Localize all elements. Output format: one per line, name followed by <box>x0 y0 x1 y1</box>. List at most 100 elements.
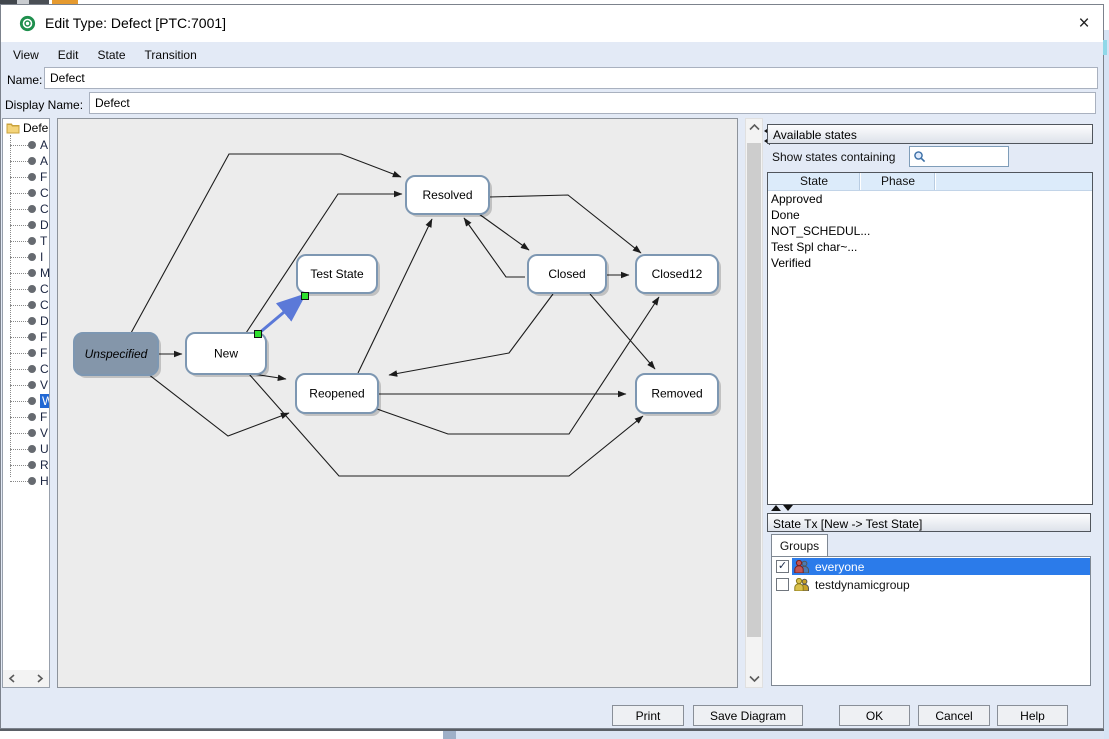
tab-groups[interactable]: Groups <box>771 534 828 556</box>
selected-transition-new-to-test-state[interactable] <box>258 297 302 334</box>
tree-item-label: C <box>40 202 49 216</box>
column-header-state[interactable]: State <box>768 173 861 190</box>
transition-resolved-to-closed12[interactable] <box>489 195 641 253</box>
checkbox-unchecked[interactable] <box>776 578 789 591</box>
state-row[interactable]: NOT_SCHEDUL... <box>768 223 1092 239</box>
state-bullet-icon <box>28 221 36 229</box>
ok-button[interactable]: OK <box>839 705 910 726</box>
group-row[interactable]: testdynamicgroup <box>772 576 1090 593</box>
transition-handle[interactable] <box>255 331 262 338</box>
scroll-left-icon[interactable] <box>8 674 17 683</box>
state-bullet-icon <box>28 317 36 325</box>
state-node-test-state[interactable]: Test State <box>297 255 380 296</box>
state-bullet-icon <box>28 461 36 469</box>
menu-item-state[interactable]: State <box>91 45 136 65</box>
group-icon-red-blue <box>794 560 810 573</box>
tree-root-item[interactable]: Defe <box>6 121 48 135</box>
transition-handle[interactable] <box>302 293 309 300</box>
state-node-new[interactable]: New <box>186 333 269 377</box>
state-bullet-icon <box>28 205 36 213</box>
state-row[interactable]: Test Spl char~... <box>768 239 1092 255</box>
save-diagram-button[interactable]: Save Diagram <box>693 705 803 726</box>
states-search-box[interactable] <box>909 146 1009 167</box>
transition-closed-to-reopened[interactable] <box>389 294 553 375</box>
scrollbar-thumb[interactable] <box>747 143 761 637</box>
print-button[interactable]: Print <box>612 705 684 726</box>
state-bullet-icon <box>28 237 36 245</box>
state-row[interactable]: Verified <box>768 255 1092 271</box>
scroll-down-icon[interactable] <box>746 670 762 687</box>
scroll-up-icon[interactable] <box>746 119 762 136</box>
states-table-header[interactable]: State Phase <box>768 173 1092 191</box>
vertical-splitter-arrows[interactable] <box>771 505 793 512</box>
state-bullet-icon <box>28 413 36 421</box>
tree-item-label: C <box>40 186 49 200</box>
tree-item[interactable]: F <box>3 329 50 345</box>
transition-reopened-to-closed12[interactable] <box>377 297 659 434</box>
tree-item[interactable]: F <box>3 345 50 361</box>
state-bullet-icon <box>28 301 36 309</box>
tree-item-label: C <box>40 362 49 376</box>
tree-item[interactable]: V <box>3 377 50 393</box>
group-row[interactable]: ✓everyone <box>772 558 1090 575</box>
menu-item-edit[interactable]: Edit <box>52 45 90 65</box>
name-input[interactable]: Defect <box>44 67 1098 89</box>
state-node-closed12[interactable]: Closed12 <box>636 255 721 296</box>
tree-item[interactable]: U <box>3 441 50 457</box>
tree-horizontal-scrollbar[interactable] <box>3 670 49 687</box>
cancel-button[interactable]: Cancel <box>918 705 990 726</box>
state-node-unspecified[interactable]: Unspecified <box>74 333 161 378</box>
group-icon-yellow <box>794 578 810 591</box>
transition-unspecified-to-resolved[interactable] <box>131 154 401 333</box>
state-bullet-icon <box>28 477 36 485</box>
transition-resolved-to-closed[interactable] <box>479 214 529 250</box>
states-search-input[interactable] <box>926 150 1000 164</box>
tree-item[interactable]: T <box>3 233 50 249</box>
workflow-diagram-canvas[interactable]: Unspecified New Test State Resolved Closed Cl… <box>57 118 738 688</box>
state-row[interactable]: Approved <box>768 191 1092 207</box>
display-name-input[interactable]: Defect <box>89 92 1096 114</box>
tree-item[interactable]: M <box>3 265 50 281</box>
titlebar: Edit Type: Defect [PTC:7001] × <box>1 5 1103 42</box>
state-node-removed[interactable]: Removed <box>636 374 721 416</box>
state-node-resolved[interactable]: Resolved <box>406 176 492 217</box>
tree-item[interactable]: D <box>3 217 50 233</box>
tree-item[interactable]: C <box>3 297 50 313</box>
state-bullet-icon <box>28 173 36 181</box>
tree-item-label: V <box>40 426 48 440</box>
close-button[interactable]: × <box>1069 11 1099 37</box>
canvas-vertical-scrollbar[interactable] <box>745 118 763 688</box>
column-header-phase[interactable]: Phase <box>861 173 936 190</box>
menu-item-transition[interactable]: Transition <box>139 45 208 65</box>
background-window-fragment <box>456 731 1109 739</box>
tree-item[interactable]: I <box>3 249 50 265</box>
tree-item[interactable]: A <box>3 137 50 153</box>
menu-item-view[interactable]: View <box>7 45 50 65</box>
folder-icon <box>6 122 20 134</box>
tree-item[interactable]: C <box>3 201 50 217</box>
state-node-closed[interactable]: Closed <box>528 255 609 296</box>
tree-item[interactable]: D <box>3 313 50 329</box>
checkbox-checked[interactable]: ✓ <box>776 560 789 573</box>
tree-item[interactable]: C <box>3 281 50 297</box>
help-button[interactable]: Help <box>997 705 1068 726</box>
tree-item[interactable]: F <box>3 409 50 425</box>
background-window-fragment <box>443 731 456 739</box>
tree-item[interactable]: W <box>3 393 50 409</box>
state-bullet-icon <box>28 397 36 405</box>
tree-item[interactable]: R <box>3 457 50 473</box>
scroll-right-icon[interactable] <box>35 674 44 683</box>
tree-item[interactable]: V <box>3 425 50 441</box>
tree-item-label: R <box>40 458 49 472</box>
transition-closed-to-removed[interactable] <box>590 294 655 369</box>
state-node-reopened[interactable]: Reopened <box>296 374 381 416</box>
available-states-table[interactable]: State Phase ApprovedDoneNOT_SCHEDUL...Te… <box>767 172 1093 505</box>
tree-item[interactable]: C <box>3 361 50 377</box>
state-row[interactable]: Done <box>768 207 1092 223</box>
transition-unspecified-to-reopened[interactable] <box>148 374 289 436</box>
tree-item[interactable]: H <box>3 473 50 489</box>
tree-item[interactable]: A <box>3 153 50 169</box>
transition-closed-to-resolved[interactable] <box>464 218 525 277</box>
tree-item[interactable]: C <box>3 185 50 201</box>
tree-item[interactable]: F <box>3 169 50 185</box>
